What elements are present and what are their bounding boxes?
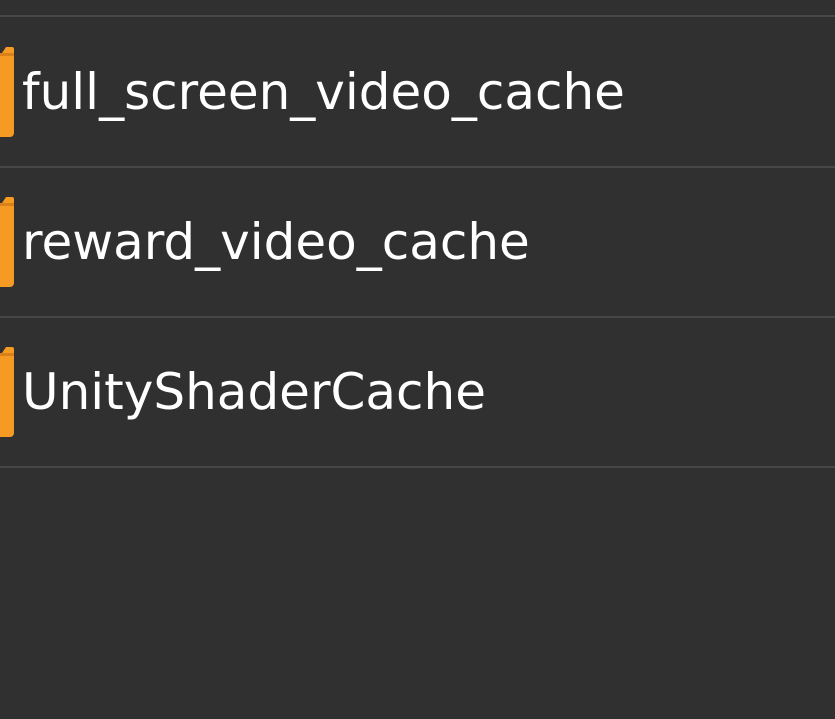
list-item-reward-video-cache[interactable]: reward_video_cache [0,168,835,316]
folder-name: UnityShaderCache [22,363,486,421]
folder-icon [0,47,14,137]
row-divider [0,466,835,468]
list-item-unity-shader-cache[interactable]: UnityShaderCache [0,318,835,466]
folder-icon [0,197,14,287]
folder-icon [0,347,14,437]
folder-name: full_screen_video_cache [22,63,625,121]
list-item-full-screen-video-cache[interactable]: full_screen_video_cache [0,18,835,166]
folder-name: reward_video_cache [22,213,530,271]
file-list: full_screen_video_cache reward_video_cac… [0,0,835,719]
row-divider [0,15,835,17]
